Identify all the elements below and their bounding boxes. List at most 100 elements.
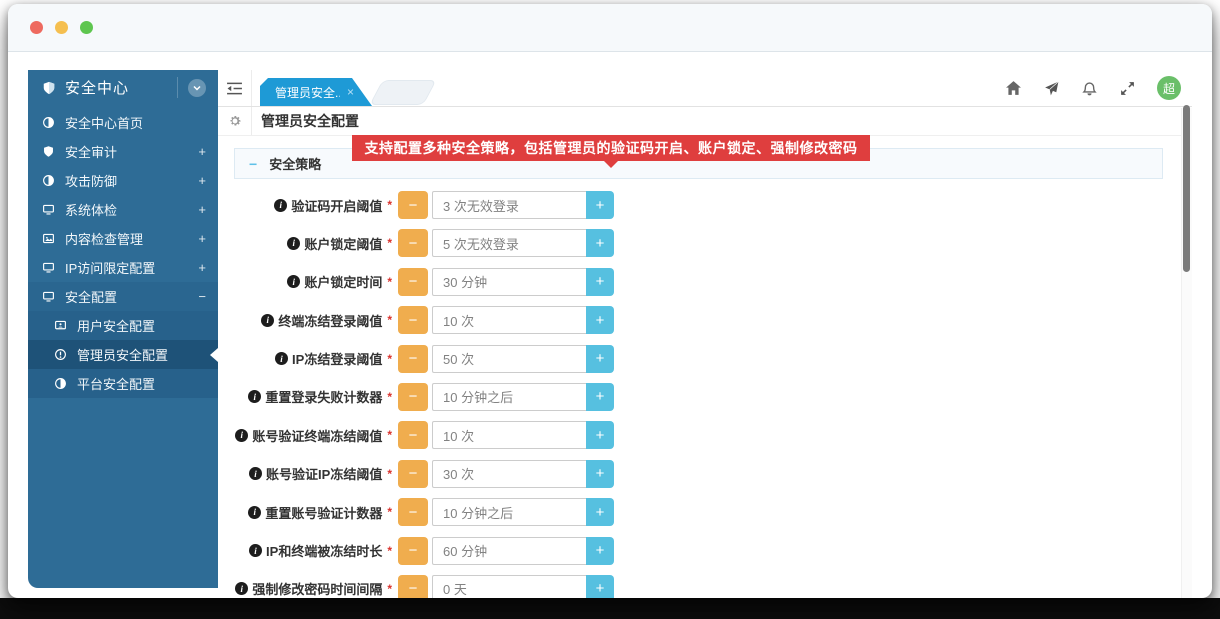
sidebar: 安全中心 安全中心首页 安全审计 xyxy=(28,70,218,588)
value-input[interactable] xyxy=(432,537,586,565)
titlebar xyxy=(8,4,1212,52)
sidebar-title: 安全中心 xyxy=(65,77,188,98)
decrement-button[interactable]: − xyxy=(398,191,428,219)
sidebar-menu: 安全中心首页 安全审计 + 攻击防御 + xyxy=(28,108,218,398)
increment-button[interactable]: + xyxy=(586,460,614,488)
increment-button[interactable]: + xyxy=(586,421,614,449)
expand-toggle[interactable]: + xyxy=(198,144,206,159)
page-settings-button[interactable] xyxy=(218,107,252,135)
required-mark: * xyxy=(387,505,392,519)
increment-button[interactable]: + xyxy=(586,537,614,565)
value-input[interactable] xyxy=(432,421,586,449)
circle-shield-icon xyxy=(54,377,68,391)
increment-button[interactable]: + xyxy=(586,498,614,526)
sidebar-item-ip-access[interactable]: IP访问限定配置 + xyxy=(28,253,218,282)
field-label: i 账号验证终端冻结阈值 * xyxy=(218,426,392,445)
sidebar-item-user-security-config[interactable]: 用户安全配置 xyxy=(28,311,218,340)
home-icon[interactable] xyxy=(1005,80,1022,97)
section-title: 安全策略 xyxy=(269,154,321,173)
decrement-button[interactable]: − xyxy=(398,383,428,411)
sidebar-item-label: 用户安全配置 xyxy=(77,316,206,335)
value-input[interactable] xyxy=(432,345,586,373)
decrement-button[interactable]: − xyxy=(398,498,428,526)
value-input[interactable] xyxy=(432,498,586,526)
close-window-button[interactable] xyxy=(30,21,43,34)
sidebar-item-label: 内容检查管理 xyxy=(65,229,198,248)
collapse-toggle[interactable]: − xyxy=(198,289,206,304)
tab-admin-security[interactable]: 管理员安全.. × xyxy=(260,78,372,106)
expand-icon[interactable] xyxy=(1119,80,1136,97)
monitor-icon xyxy=(42,290,56,304)
expand-toggle[interactable]: + xyxy=(198,173,206,188)
field-label: i 终端冻结登录阈值 * xyxy=(218,311,392,330)
value-input[interactable] xyxy=(432,306,586,334)
decrement-button[interactable]: − xyxy=(398,268,428,296)
form-row: i IP和终端被冻结时长 * − + xyxy=(218,537,1192,565)
field-label-text: 终端冻结登录阈值 xyxy=(278,311,382,330)
bird-icon[interactable] xyxy=(1043,80,1060,97)
minimize-window-button[interactable] xyxy=(55,21,68,34)
value-input[interactable] xyxy=(432,575,586,598)
avatar[interactable]: 超 xyxy=(1157,76,1181,100)
zoom-window-button[interactable] xyxy=(80,21,93,34)
header-icons: 超 xyxy=(1005,76,1192,100)
form-row: i 重置账号验证计数器 * − + xyxy=(218,498,1192,526)
decrement-button[interactable]: − xyxy=(398,537,428,565)
sidebar-item-system-check[interactable]: 系统体检 + xyxy=(28,195,218,224)
increment-button[interactable]: + xyxy=(586,191,614,219)
sidebar-item-platform-security-config[interactable]: 平台安全配置 xyxy=(28,369,218,398)
expand-toggle[interactable]: + xyxy=(198,202,206,217)
decrement-button[interactable]: − xyxy=(398,345,428,373)
value-input[interactable] xyxy=(432,460,586,488)
sidebar-item-admin-security-config[interactable]: 管理员安全配置 xyxy=(28,340,218,369)
chevron-down-icon[interactable] xyxy=(188,79,206,97)
tab-close-icon[interactable]: × xyxy=(347,85,354,99)
value-input[interactable] xyxy=(432,229,586,257)
sidebar-item-content-check[interactable]: 内容检查管理 + xyxy=(28,224,218,253)
field-label: i 验证码开启阈值 * xyxy=(218,196,392,215)
sidebar-item-security-audit[interactable]: 安全审计 + xyxy=(28,137,218,166)
sidebar-item-home[interactable]: 安全中心首页 xyxy=(28,108,218,137)
expand-toggle[interactable]: + xyxy=(198,260,206,275)
scrollbar-thumb[interactable] xyxy=(1183,105,1190,272)
expand-toggle[interactable]: + xyxy=(198,231,206,246)
increment-button[interactable]: + xyxy=(586,383,614,411)
info-icon: i xyxy=(248,506,261,519)
content-area: 支持配置多种安全策略，包括管理员的验证码开启、账户锁定、强制修改密码 − 安全策… xyxy=(218,136,1192,598)
decrement-button[interactable]: − xyxy=(398,460,428,488)
bell-icon[interactable] xyxy=(1081,80,1098,97)
field-label: i 账号验证IP冻结阈值 * xyxy=(218,464,392,483)
sidebar-item-security-config[interactable]: 安全配置 − xyxy=(28,282,218,311)
value-input[interactable] xyxy=(432,191,586,219)
sidebar-item-attack-defense[interactable]: 攻击防御 + xyxy=(28,166,218,195)
sidebar-item-label: 安全中心首页 xyxy=(65,113,206,132)
section-collapse-icon[interactable]: − xyxy=(249,156,257,172)
decrement-button[interactable]: − xyxy=(398,421,428,449)
value-input[interactable] xyxy=(432,383,586,411)
collapse-sidebar-button[interactable] xyxy=(218,70,252,106)
sidebar-item-label: 安全配置 xyxy=(65,287,198,306)
sidebar-item-label: 攻击防御 xyxy=(65,171,198,190)
decrement-button[interactable]: − xyxy=(398,229,428,257)
sidebar-submenu: 用户安全配置 管理员安全配置 平台安全配置 xyxy=(28,311,218,398)
form-row: i 终端冻结登录阈值 * − + xyxy=(218,306,1192,334)
field-label-text: 重置登录失败计数器 xyxy=(265,387,382,406)
required-mark: * xyxy=(387,544,392,558)
increment-button[interactable]: + xyxy=(586,345,614,373)
field-label-text: 账号验证IP冻结阈值 xyxy=(266,464,382,483)
increment-button[interactable]: + xyxy=(586,575,614,598)
required-mark: * xyxy=(387,313,392,327)
monitor-icon xyxy=(42,261,56,275)
decrement-button[interactable]: − xyxy=(398,575,428,598)
user-monitor-icon xyxy=(54,319,68,333)
increment-button[interactable]: + xyxy=(586,268,614,296)
tab-ghost xyxy=(369,80,436,105)
main-area: 管理员安全.. × 超 xyxy=(218,70,1192,598)
value-input[interactable] xyxy=(432,268,586,296)
decrement-button[interactable]: − xyxy=(398,306,428,334)
increment-button[interactable]: + xyxy=(586,229,614,257)
field-label: i 强制修改密码时间间隔 * xyxy=(218,579,392,598)
info-icon: i xyxy=(287,237,300,250)
increment-button[interactable]: + xyxy=(586,306,614,334)
required-mark: * xyxy=(387,236,392,250)
